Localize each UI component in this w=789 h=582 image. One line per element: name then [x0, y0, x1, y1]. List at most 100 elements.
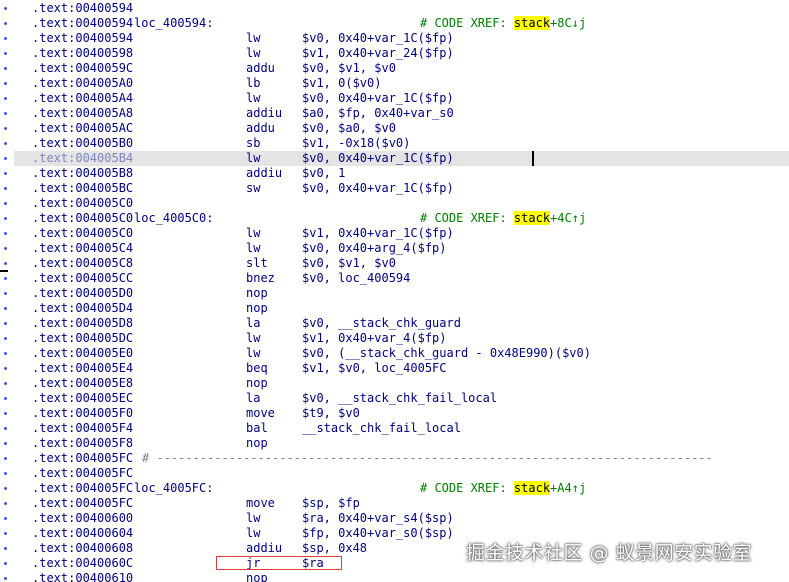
listing-line[interactable]: .text:00400598 lw $v1, 0x40+var_24($fp): [14, 46, 789, 61]
instruction-mnemonic: slt: [246, 256, 268, 270]
instruction-operands: $v0, loc_400594: [302, 271, 411, 285]
listing-line[interactable]: .text:00400594: [14, 1, 789, 16]
instruction-operands: $v0, 0x40+var_1C($fp): [302, 181, 454, 195]
breakpoint-dot-icon[interactable]: [4, 487, 7, 490]
breakpoint-dot-icon[interactable]: [4, 52, 7, 55]
breakpoint-dot-icon[interactable]: [4, 307, 7, 310]
line-address: .text:004005A0: [32, 76, 134, 90]
listing-line[interactable]: .text:004005D0 nop: [14, 286, 789, 301]
listing-line[interactable]: .text:004005D4 nop: [14, 301, 789, 316]
breakpoint-dot-icon[interactable]: [4, 7, 7, 10]
breakpoint-dot-icon[interactable]: [4, 562, 7, 565]
listing-line[interactable]: .text:004005F8 nop: [14, 436, 789, 451]
line-address: .text:004005D8: [32, 316, 134, 330]
instruction-operands: $v0, $v1, $v0: [302, 256, 396, 270]
listing-line[interactable]: .text:004005A0 lb $v1, 0($v0): [14, 76, 789, 91]
listing-line[interactable]: .text:004005F0 move $t9, $v0: [14, 406, 789, 421]
listing-line[interactable]: .text:004005E8 nop: [14, 376, 789, 391]
listing-line[interactable]: .text:004005D8 la $v0, __stack_chk_guard: [14, 316, 789, 331]
breakpoint-dot-icon[interactable]: [4, 457, 7, 460]
breakpoint-dot-icon[interactable]: [4, 577, 7, 580]
breakpoint-dot-icon[interactable]: [4, 367, 7, 370]
listing-line[interactable]: .text:004005BC sw $v0, 0x40+var_1C($fp): [14, 181, 789, 196]
breakpoint-dot-icon[interactable]: [4, 22, 7, 25]
listing-line[interactable]: .text:004005B0 sb $v1, -0x18($v0): [14, 136, 789, 151]
breakpoint-dot-icon[interactable]: [4, 67, 7, 70]
listing-line[interactable]: .text:004005EC la $v0, __stack_chk_fail_lo…: [14, 391, 789, 406]
listing-line[interactable]: .text:004005F4 bal __stack_chk_fail_local: [14, 421, 789, 436]
breakpoint-dot-icon[interactable]: [4, 232, 7, 235]
instruction-operands: $v0, __stack_chk_guard: [302, 316, 461, 330]
listing-line[interactable]: .text:004005C0 loc_4005C0: # CODE XREF: st…: [14, 211, 789, 226]
listing-line[interactable]: .text:0040059C addu $v0, $v1, $v0: [14, 61, 789, 76]
instruction-operands: $fp, 0x40+var_s0($sp): [302, 526, 454, 540]
breakpoint-dot-icon[interactable]: [4, 427, 7, 430]
line-address: .text:004005A8: [32, 106, 134, 120]
listing-line[interactable]: .text:004005B8 addiu $v0, 1: [14, 166, 789, 181]
breakpoint-dot-icon[interactable]: [4, 292, 7, 295]
code-label[interactable]: loc_400594:: [134, 16, 213, 31]
listing-line[interactable]: .text:004005B4 lw $v0, 0x40+var_1C($fp): [14, 151, 789, 166]
breakpoint-dot-icon[interactable]: [4, 412, 7, 415]
listing-line[interactable]: .text:004005E0 lw $v0, (__stack_chk_guard …: [14, 346, 789, 361]
instruction-operands: $v0, 1: [302, 166, 346, 180]
line-address: .text:004005CC: [32, 271, 134, 285]
listing-line[interactable]: .text:004005C8 slt $v0, $v1, $v0: [14, 256, 789, 271]
breakpoint-dot-icon[interactable]: [4, 442, 7, 445]
listing-line[interactable]: .text:004005CC bnez $v0, loc_400594: [14, 271, 789, 286]
listing-line[interactable]: .text:00400610 nop: [14, 571, 789, 582]
breakpoint-dot-icon[interactable]: [4, 157, 7, 160]
listing-line[interactable]: .text:004005FC # ------------------------…: [14, 451, 789, 466]
breakpoint-dot-icon[interactable]: [4, 202, 7, 205]
breakpoint-dot-icon[interactable]: [4, 82, 7, 85]
xref-highlighted-name[interactable]: stack: [513, 16, 551, 30]
breakpoint-dot-icon[interactable]: [4, 502, 7, 505]
breakpoint-dot-icon[interactable]: [4, 277, 7, 280]
breakpoint-dot-icon[interactable]: [4, 142, 7, 145]
listing-line[interactable]: .text:004005A8 addiu $a0, $fp, 0x40+var_s0: [14, 106, 789, 121]
listing-line[interactable]: .text:00400594 loc_400594: # CODE XREF: st…: [14, 16, 789, 31]
listing-line[interactable]: .text:004005C4 lw $v0, 0x40+arg_4($fp): [14, 241, 789, 256]
breakpoint-dot-icon[interactable]: [4, 127, 7, 130]
xref-comment-prefix: # CODE XREF:: [420, 481, 514, 495]
listing-line[interactable]: .text:00400594 lw $v0, 0x40+var_1C($fp): [14, 31, 789, 46]
breakpoint-dot-icon[interactable]: [4, 37, 7, 40]
breakpoint-dot-icon[interactable]: [4, 337, 7, 340]
listing-line[interactable]: .text:004005FC move $sp, $fp: [14, 496, 789, 511]
listing-line[interactable]: .text:00400600 lw $ra, 0x40+var_s4($sp): [14, 511, 789, 526]
line-address: .text:0040059C: [32, 61, 134, 75]
code-label[interactable]: loc_4005C0:: [134, 211, 213, 226]
breakpoint-dot-icon[interactable]: [4, 112, 7, 115]
xref-highlighted-name[interactable]: stack: [513, 481, 551, 495]
breakpoint-dot-icon[interactable]: [4, 187, 7, 190]
listing-line[interactable]: .text:004005E4 beq $v1, $v0, loc_4005FC: [14, 361, 789, 376]
listing-line[interactable]: .text:004005C0 lw $v1, 0x40+var_1C($fp): [14, 226, 789, 241]
listing-line[interactable]: .text:004005C0: [14, 196, 789, 211]
instruction-operands: $v0, 0x40+var_1C($fp): [302, 31, 454, 45]
instruction-mnemonic: lw: [246, 331, 261, 345]
breakpoint-dot-icon[interactable]: [4, 352, 7, 355]
breakpoint-dot-icon[interactable]: [4, 382, 7, 385]
listing-line[interactable]: .text:004005DC lw $v1, 0x40+var_4($fp): [14, 331, 789, 346]
disassembly-listing[interactable]: .text:00400594 .text:00400594 loc_400594: #…: [14, 0, 789, 582]
breakpoint-dot-icon[interactable]: [4, 397, 7, 400]
breakpoint-dot-icon[interactable]: [4, 322, 7, 325]
listing-line[interactable]: .text:004005FC loc_4005FC: # CODE XREF: st…: [14, 481, 789, 496]
breakpoint-dot-icon[interactable]: [4, 247, 7, 250]
line-address: .text:004005C4: [32, 241, 134, 255]
instruction-operands: $sp, 0x48: [302, 541, 368, 555]
breakpoint-dot-icon[interactable]: [4, 217, 7, 220]
xref-highlighted-name[interactable]: stack: [513, 211, 551, 225]
breakpoint-dot-icon[interactable]: [4, 97, 7, 100]
breakpoint-dot-icon[interactable]: [4, 172, 7, 175]
breakpoint-dot-icon[interactable]: [4, 472, 7, 475]
instruction-operands: $v1, 0x40+var_4($fp): [302, 331, 447, 345]
breakpoint-dot-icon[interactable]: [4, 532, 7, 535]
listing-line[interactable]: .text:004005AC addu $v0, $a0, $v0: [14, 121, 789, 136]
breakpoint-dot-icon[interactable]: [4, 547, 7, 550]
listing-line[interactable]: .text:004005FC: [14, 466, 789, 481]
listing-line[interactable]: .text:004005A4 lw $v0, 0x40+var_1C($fp): [14, 91, 789, 106]
code-label[interactable]: loc_4005FC:: [134, 481, 213, 496]
breakpoint-dot-icon[interactable]: [4, 262, 7, 265]
breakpoint-dot-icon[interactable]: [4, 517, 7, 520]
